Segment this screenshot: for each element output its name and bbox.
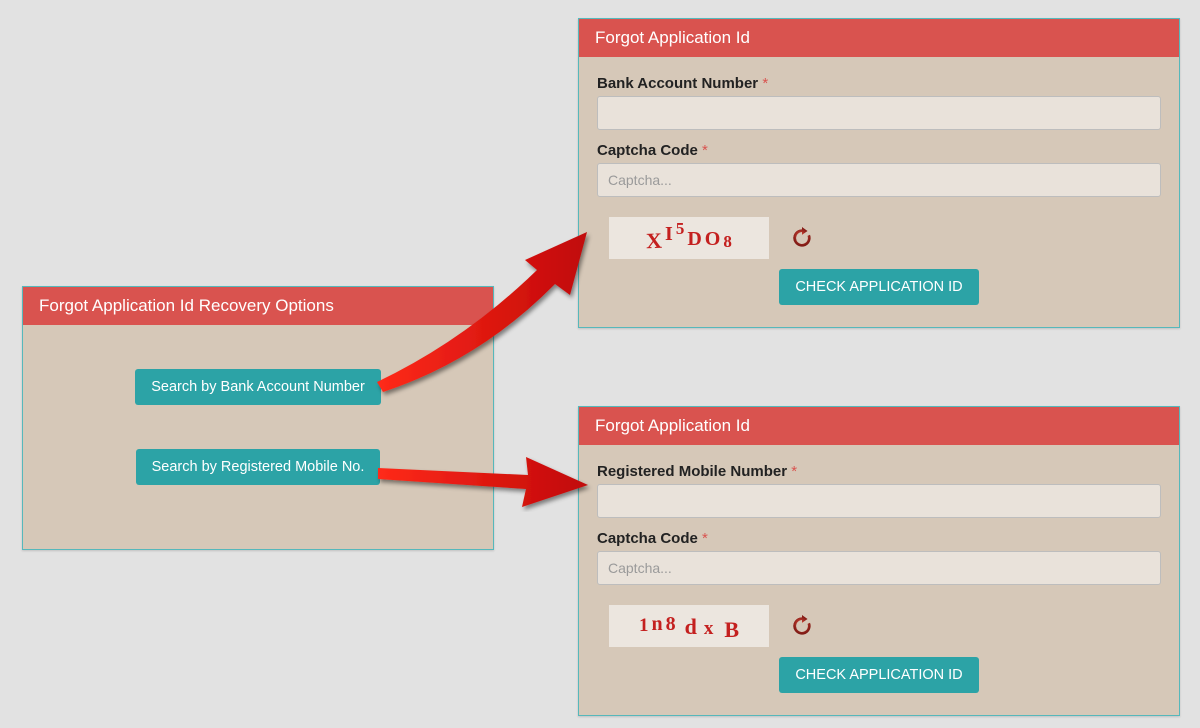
- required-marker: *: [791, 463, 797, 480]
- bank-account-input[interactable]: [597, 96, 1161, 130]
- captcha-char: 8: [723, 233, 732, 250]
- captcha-label-bank: Captcha Code *: [597, 142, 1161, 159]
- required-marker: *: [702, 530, 708, 547]
- captcha-char: x: [704, 619, 714, 638]
- forgot-id-bank-body: Bank Account Number * Captcha Code * X I…: [579, 57, 1179, 327]
- mobile-number-input[interactable]: [597, 484, 1161, 518]
- captcha-char: 1: [639, 616, 649, 635]
- captcha-char: O: [705, 229, 721, 249]
- submit-wrap-mobile: CHECK APPLICATION ID: [597, 657, 1161, 693]
- check-application-id-mobile-button[interactable]: CHECK APPLICATION ID: [779, 657, 978, 693]
- recovery-options-body: Search by Bank Account Number Search by …: [23, 325, 493, 507]
- captcha-label-mobile: Captcha Code *: [597, 530, 1161, 547]
- captcha-input-mobile[interactable]: [597, 551, 1161, 585]
- captcha-char: D: [687, 229, 701, 249]
- mobile-number-label: Registered Mobile Number *: [597, 463, 1161, 480]
- recovery-options-title: Forgot Application Id Recovery Options: [23, 287, 493, 325]
- bank-account-label: Bank Account Number *: [597, 75, 1161, 92]
- forgot-id-mobile-body: Registered Mobile Number * Captcha Code …: [579, 445, 1179, 715]
- captcha-char: X: [646, 230, 663, 253]
- required-marker: *: [762, 75, 768, 92]
- bank-account-label-text: Bank Account Number: [597, 75, 758, 92]
- captcha-char: I: [665, 224, 673, 244]
- forgot-id-mobile-panel: Forgot Application Id Registered Mobile …: [578, 406, 1180, 716]
- forgot-id-bank-panel: Forgot Application Id Bank Account Numbe…: [578, 18, 1180, 328]
- captcha-image-mobile: 1 n 8 d x B: [609, 605, 769, 647]
- captcha-input-bank[interactable]: [597, 163, 1161, 197]
- recovery-options-panel: Forgot Application Id Recovery Options S…: [22, 286, 494, 550]
- captcha-row-bank: X I 5 D O 8: [609, 217, 1161, 259]
- captcha-char: d: [685, 616, 697, 638]
- captcha-char: n: [651, 614, 662, 634]
- forgot-id-bank-title: Forgot Application Id: [579, 19, 1179, 57]
- required-marker: *: [702, 142, 708, 159]
- captcha-char: B: [724, 619, 739, 641]
- captcha-image-bank: X I 5 D O 8: [609, 217, 769, 259]
- captcha-label-bank-text: Captcha Code: [597, 142, 698, 159]
- mobile-number-label-text: Registered Mobile Number: [597, 463, 787, 480]
- captcha-char: 5: [676, 220, 685, 237]
- captcha-row-mobile: 1 n 8 d x B: [609, 605, 1161, 647]
- captcha-char: 8: [666, 614, 676, 634]
- submit-wrap-bank: CHECK APPLICATION ID: [597, 269, 1161, 305]
- captcha-label-mobile-text: Captcha Code: [597, 530, 698, 547]
- check-application-id-bank-button[interactable]: CHECK APPLICATION ID: [779, 269, 978, 305]
- search-by-mobile-button[interactable]: Search by Registered Mobile No.: [136, 449, 381, 485]
- search-by-bank-button[interactable]: Search by Bank Account Number: [135, 369, 381, 405]
- forgot-id-mobile-title: Forgot Application Id: [579, 407, 1179, 445]
- captcha-refresh-icon[interactable]: [789, 613, 815, 639]
- captcha-refresh-icon[interactable]: [789, 225, 815, 251]
